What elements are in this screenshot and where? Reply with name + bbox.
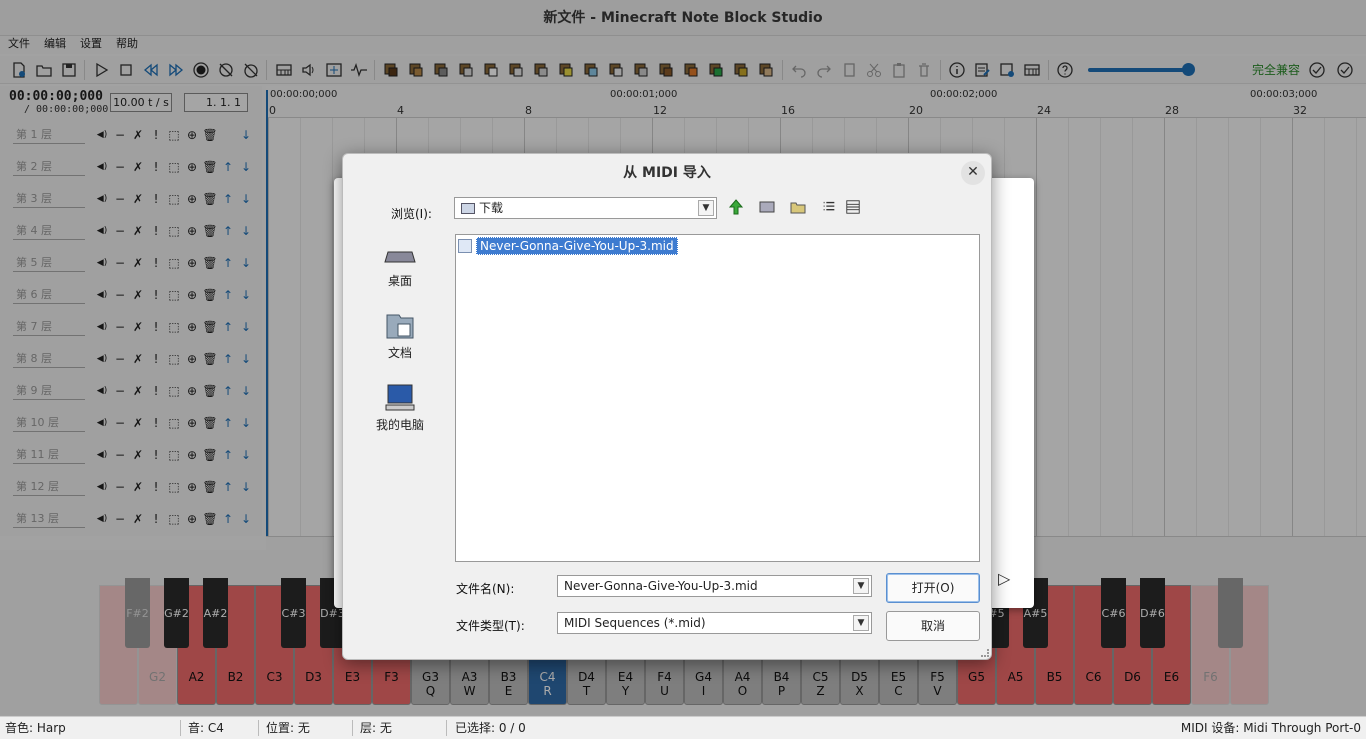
look-in-label: 浏览(I): (391, 207, 432, 221)
status-position: 位置: 无 (266, 721, 310, 735)
status-selected: 已选择: 0 / 0 (455, 721, 526, 735)
detail-view-icon[interactable] (842, 197, 864, 217)
filetype-value: MIDI Sequences (*.mid) (564, 616, 706, 630)
file-name[interactable]: Never-Gonna-Give-You-Up-3.mid (476, 237, 678, 255)
play-triangle-icon[interactable]: ▷ (998, 569, 1010, 588)
look-in-combo[interactable]: 下载 ▼ (454, 197, 717, 219)
resize-grip[interactable] (981, 649, 989, 657)
midi-file-icon (458, 239, 472, 253)
documents-icon (384, 312, 416, 340)
place-desktop-label: 桌面 (387, 274, 412, 288)
open-button[interactable]: 打开(O) (886, 573, 980, 603)
dialog-title: 从 MIDI 导入 (623, 165, 711, 181)
filename-value[interactable]: Never-Gonna-Give-You-Up-3.mid (564, 579, 758, 593)
chevron-down-icon[interactable]: ▼ (853, 615, 869, 631)
status-note: 音: C4 (188, 721, 224, 735)
import-midi-dialog: 从 MIDI 导入 ✕ 浏览(I): 下载 ▼ 桌面 文档 我的电脑 Never… (342, 153, 992, 660)
status-layer: 层: 无 (360, 721, 392, 735)
folder-icon (461, 203, 475, 214)
status-midi-device: MIDI 设备: Midi Through Port-0 (1180, 721, 1361, 735)
new-folder-icon[interactable] (787, 197, 809, 217)
file-list[interactable]: Never-Gonna-Give-You-Up-3.mid (455, 234, 980, 562)
place-computer[interactable]: 我的电脑 (363, 384, 437, 433)
filename-label: 文件名(N): (456, 582, 515, 596)
place-documents[interactable]: 文档 (363, 312, 437, 361)
desktop-nav-icon[interactable] (756, 197, 778, 217)
close-icon[interactable]: ✕ (961, 161, 985, 185)
filetype-label: 文件类型(T): (456, 619, 525, 633)
status-instrument: 音色: Harp (5, 721, 66, 735)
filetype-select[interactable]: MIDI Sequences (*.mid) ▼ (557, 612, 872, 634)
computer-icon (384, 384, 416, 412)
chevron-down-icon[interactable]: ▼ (698, 200, 714, 216)
filename-input[interactable]: Never-Gonna-Give-You-Up-3.mid ▼ (557, 575, 872, 597)
up-folder-icon[interactable] (725, 197, 747, 217)
chevron-down-icon[interactable]: ▼ (853, 578, 869, 594)
list-view-icon[interactable] (818, 197, 840, 217)
status-bar: 音色: Harp 音: C4 位置: 无 层: 无 已选择: 0 / 0 MID… (0, 716, 1366, 739)
file-item[interactable]: Never-Gonna-Give-You-Up-3.mid (458, 237, 678, 255)
place-desktop[interactable]: 桌面 (363, 240, 437, 289)
place-computer-label: 我的电脑 (375, 418, 424, 432)
look-in-value: 下载 (479, 201, 504, 215)
cancel-button[interactable]: 取消 (886, 611, 980, 641)
place-documents-label: 文档 (387, 346, 412, 360)
desktop-icon (384, 240, 416, 268)
